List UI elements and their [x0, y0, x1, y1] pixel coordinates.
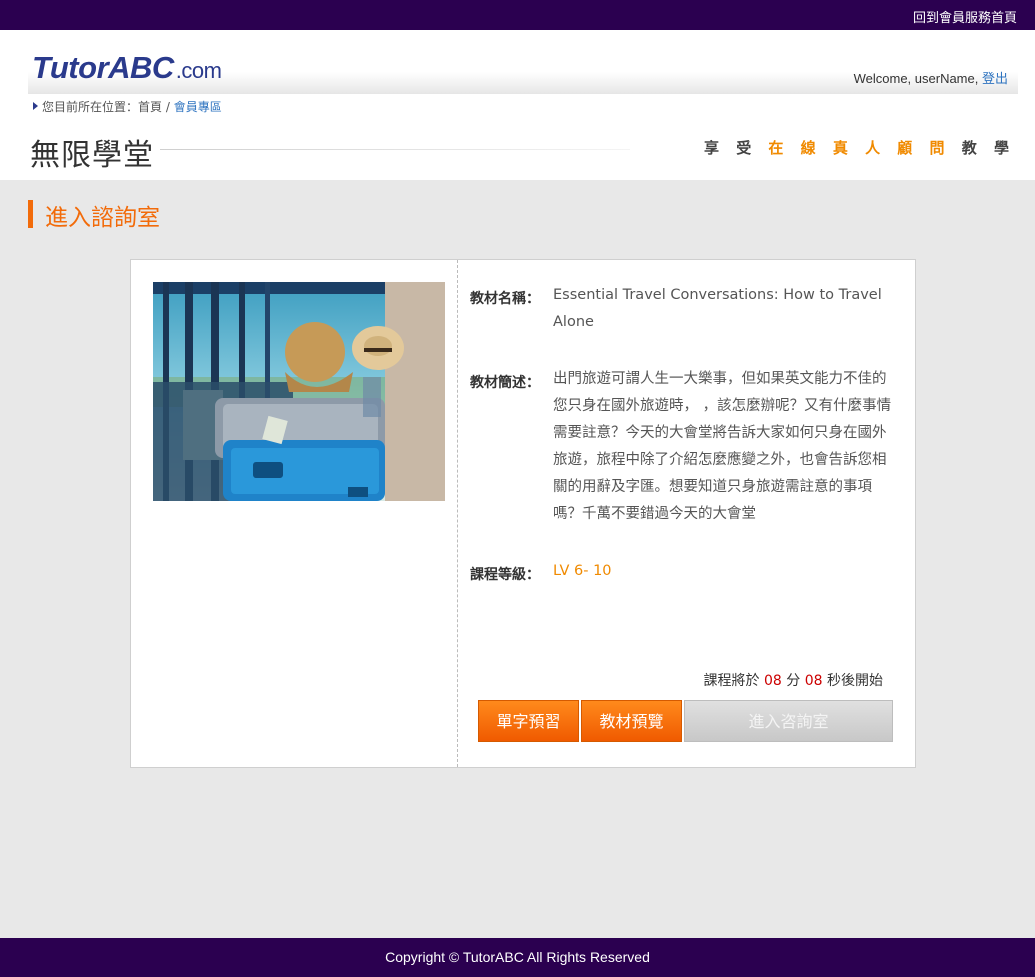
welcome-area: Welcome, userName, 登出 [854, 68, 1008, 87]
enter-room-button[interactable]: 進入咨詢室 [684, 700, 893, 742]
footer: Copyright © TutorABC All Rights Reserved [0, 938, 1035, 977]
logo-main-text: TutorABC [32, 50, 174, 85]
course-name-label: 教材名稱： [470, 291, 540, 307]
member-home-link[interactable]: 回到會員服務首頁 [913, 7, 1017, 26]
slogan-highlight: 在 線 真 人 顧 問 [768, 139, 951, 157]
slogan: 享 受 在 線 真 人 顧 問 教 學 [704, 137, 1015, 158]
course-name-value: Essential Travel Conversations: How to T… [553, 287, 882, 330]
copyright-text: Copyright © TutorABC All Rights Reserved [385, 949, 650, 965]
page-title: 無限學堂 [30, 138, 154, 173]
section-title-marker [28, 200, 33, 228]
course-level-value: LV 6- 10 [553, 563, 612, 579]
countdown-prefix: 課程將於 [703, 673, 760, 689]
course-level-label: 課程等級： [470, 567, 540, 583]
course-desc-value: 出門旅遊可謂人生一大樂事，但如果英文能力不佳的您只身在國外旅遊時， ，該怎麼辦呢… [553, 371, 892, 522]
breadcrumb: 您目前所在位置：首頁 / 會員專區 [33, 98, 222, 115]
slogan-part-1: 享 受 [703, 139, 769, 157]
course-desc-label: 教材簡述： [470, 375, 540, 391]
vocab-preview-button[interactable]: 單字預習 [478, 700, 579, 742]
breadcrumb-arrow-icon [33, 102, 38, 110]
logout-link[interactable]: 登出 [982, 71, 1008, 86]
section-title: 進入諮詢室 [45, 205, 160, 231]
logo-suffix-text: .com [175, 58, 222, 83]
material-preview-button[interactable]: 教材預覽 [581, 700, 682, 742]
travel-luggage-image [153, 282, 445, 501]
slogan-part-3: 教 學 [950, 139, 1015, 157]
countdown: 課程將於 08 分 08 秒後開始 [704, 670, 883, 690]
tutorabc-logo[interactable]: TutorABC.com [32, 50, 222, 86]
course-card: 教材名稱： Essential Travel Conversations: Ho… [130, 259, 916, 768]
countdown-minutes: 08 [763, 673, 782, 689]
top-bar: 回到會員服務首頁 [0, 0, 1035, 30]
welcome-text: Welcome, userName, [853, 71, 979, 86]
title-divider [160, 149, 630, 150]
breadcrumb-prefix: 您目前所在位置：首頁 / [42, 100, 170, 114]
countdown-seconds: 08 [804, 673, 823, 689]
countdown-min-unit: 分 [786, 673, 801, 689]
course-photo [153, 282, 445, 501]
header: TutorABC.com Welcome, userName, 登出 您目前所在… [0, 30, 1035, 180]
breadcrumb-member-zone-link[interactable]: 會員專區 [174, 100, 222, 114]
card-divider [457, 260, 458, 767]
countdown-suffix: 秒後開始 [827, 673, 883, 689]
